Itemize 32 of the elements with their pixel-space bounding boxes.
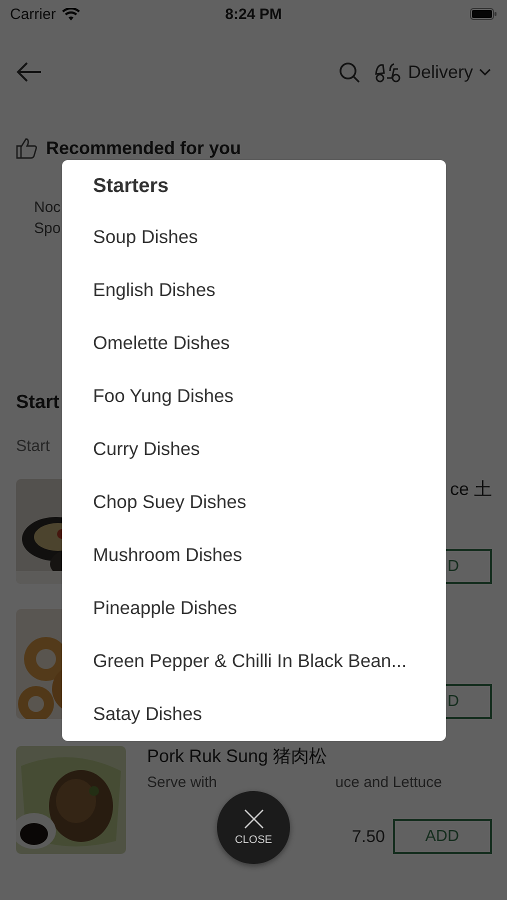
scooter-icon (374, 61, 402, 83)
category-item[interactable]: Pineapple Dishes (93, 597, 237, 620)
close-icon (244, 809, 264, 829)
close-button[interactable]: CLOSE (217, 791, 290, 864)
item-title: ce 土 (448, 479, 492, 499)
menu-title: Starters (93, 174, 169, 199)
item-title: Pork Ruk Sung 猪肉松 (147, 746, 328, 766)
status-time: 8:24 PM (225, 6, 282, 22)
battery-icon (470, 8, 497, 20)
carrier-label: Carrier (10, 6, 56, 22)
category-item[interactable]: English Dishes (93, 278, 216, 301)
card-text: Noc (34, 198, 61, 218)
search-icon[interactable] (338, 62, 360, 82)
item-price: 7.50 (352, 826, 385, 846)
item-description: uce and Lettuce (335, 774, 442, 791)
category-item[interactable]: Omelette Dishes (93, 332, 230, 354)
section-heading: Recommended for you (46, 138, 242, 158)
card-text: Spo (34, 219, 61, 239)
item-description: Serve with (147, 774, 218, 791)
chevron-down-icon (479, 68, 491, 76)
thumbs-up-icon (16, 137, 38, 159)
category-item[interactable]: Green Pepper & Chilli In Black Bean... (93, 650, 407, 672)
category-title: Start (16, 392, 60, 413)
category-item[interactable]: Chop Suey Dishes (93, 491, 246, 514)
category-item[interactable]: Curry Dishes (93, 438, 200, 460)
wifi-icon (62, 8, 80, 20)
category-item[interactable]: Satay Dishes (93, 703, 202, 726)
category-item[interactable]: Mushroom Dishes (93, 544, 242, 566)
category-item[interactable]: Foo Yung Dishes (93, 384, 234, 407)
category-item[interactable]: Soup Dishes (93, 226, 198, 248)
back-arrow-icon[interactable] (16, 62, 42, 82)
category-subtitle: Start (16, 438, 50, 455)
